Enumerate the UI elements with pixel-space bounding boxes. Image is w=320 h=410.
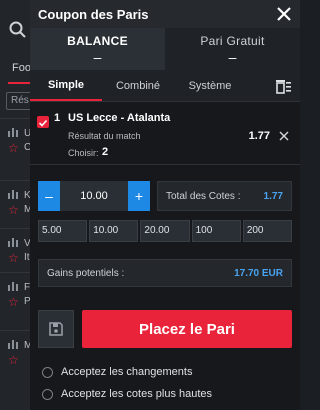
bet-checkbox[interactable] <box>37 116 49 128</box>
potential-gains-value: 17.70 EUR <box>234 267 283 279</box>
balance-label: BALANCE <box>67 34 128 48</box>
star-icon[interactable]: ☆ <box>8 353 19 367</box>
search-icon[interactable] <box>8 20 28 40</box>
increase-stake-button[interactable]: + <box>128 181 150 211</box>
balance-row: BALANCE – Pari Gratuit – <box>30 28 300 70</box>
accept-changes-option[interactable]: Acceptez les changements <box>42 366 192 378</box>
potential-gains-box: Gains potentiels : 17.70 EUR <box>38 259 292 287</box>
star-icon[interactable]: ☆ <box>8 251 19 265</box>
balance-section[interactable]: BALANCE – <box>30 28 165 70</box>
bet-type-tabs: Simple Combiné Système <box>30 70 300 102</box>
stats-icon <box>8 190 18 199</box>
bet-match-name: US Lecce - Atalanta <box>68 112 171 124</box>
bet-choice-label: Choisir: <box>68 148 99 158</box>
free-bet-section[interactable]: Pari Gratuit – <box>165 28 300 70</box>
stats-icon <box>8 238 18 247</box>
stake-stepper: – 10.00 + <box>38 181 150 211</box>
quick-stake-buttons: 5.00 10.00 20.00 100 200 <box>38 220 293 242</box>
free-bet-label: Pari Gratuit <box>200 34 265 48</box>
total-odds-label: Total des Cotes : <box>166 190 241 202</box>
free-bet-value: – <box>228 49 237 65</box>
decrease-stake-button[interactable]: – <box>38 181 60 211</box>
stats-icon <box>8 282 18 291</box>
stats-icon <box>8 340 18 349</box>
quick-stake-button[interactable]: 100 <box>191 220 241 242</box>
save-icon <box>49 322 63 336</box>
star-icon[interactable]: ☆ <box>8 295 19 309</box>
accept-changes-radio[interactable] <box>42 366 53 378</box>
total-odds-value: 1.77 <box>263 190 283 202</box>
accept-higher-odds-radio[interactable] <box>42 388 53 400</box>
accept-higher-odds-option[interactable]: Acceptez les cotes plus hautes <box>42 388 212 400</box>
clear-all-icon[interactable] <box>274 77 292 95</box>
close-icon[interactable] <box>274 4 294 24</box>
stats-icon <box>8 128 18 137</box>
tab-simple[interactable]: Simple <box>30 70 102 101</box>
quick-stake-button[interactable]: 5.00 <box>38 220 88 242</box>
quick-stake-button[interactable]: 200 <box>242 220 293 242</box>
stake-input[interactable]: 10.00 <box>60 181 128 211</box>
bet-odd: 1.77 <box>248 130 270 142</box>
stake-area: – 10.00 + Total des Cotes : 1.77 5.00 10… <box>30 165 300 317</box>
place-bet-row: Placez le Pari <box>38 310 292 348</box>
star-icon[interactable]: ☆ <box>8 141 19 155</box>
total-odds-box: Total des Cotes : 1.77 <box>157 181 292 211</box>
bet-slip-title: Coupon des Paris <box>38 6 149 22</box>
bet-slip-panel: Coupon des Paris BALANCE – Pari Gratuit … <box>30 0 300 410</box>
accept-higher-odds-label: Acceptez les cotes plus hautes <box>61 388 213 400</box>
place-bet-button[interactable]: Placez le Pari <box>82 310 292 348</box>
remove-bet-icon[interactable] <box>278 130 290 142</box>
bet-slip-header: Coupon des Paris <box>30 0 300 28</box>
check-icon <box>38 119 48 127</box>
bet-index: 1 <box>54 112 61 124</box>
potential-gains-label: Gains potentiels : <box>47 267 125 279</box>
quick-stake-button[interactable]: 20.00 <box>140 220 190 242</box>
tab-combine[interactable]: Combiné <box>102 70 174 101</box>
save-bet-button[interactable] <box>38 310 74 348</box>
balance-value: – <box>93 49 102 65</box>
tab-systeme[interactable]: Système <box>174 70 246 101</box>
bet-item: 1 US Lecce - Atalanta Résultat du match … <box>30 102 300 164</box>
quick-stake-button[interactable]: 10.00 <box>89 220 139 242</box>
accept-changes-label: Acceptez les changements <box>61 366 193 378</box>
bet-choice-value: 2 <box>102 146 109 158</box>
star-icon[interactable]: ☆ <box>8 203 19 217</box>
bet-market: Résultat du match <box>68 131 141 141</box>
